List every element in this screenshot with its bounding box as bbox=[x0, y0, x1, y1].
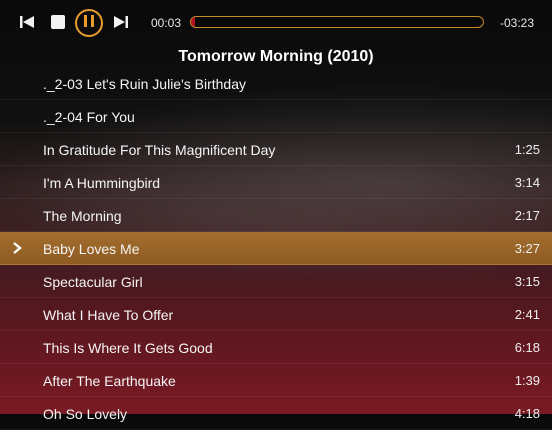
track-title: The Morning bbox=[43, 208, 122, 224]
track-row[interactable]: Spectacular Girl 3:15 bbox=[0, 265, 552, 298]
track-duration: 2:17 bbox=[514, 208, 540, 223]
next-button[interactable] bbox=[108, 9, 134, 35]
track-duration: 6:18 bbox=[514, 340, 540, 355]
track-row[interactable]: What I Have To Offer 2:41 bbox=[0, 298, 552, 331]
track-title: Spectacular Girl bbox=[43, 274, 143, 290]
track-row[interactable]: After The Earthquake 1:39 bbox=[0, 364, 552, 397]
stop-icon bbox=[51, 15, 65, 29]
track-title: In Gratitude For This Magnificent Day bbox=[43, 142, 276, 158]
pause-icon bbox=[84, 14, 94, 32]
transport-bar: 00:03 -03:23 bbox=[0, 0, 552, 44]
track-duration: 3:15 bbox=[514, 274, 540, 289]
track-title: What I Have To Offer bbox=[43, 307, 174, 323]
track-title: ._2-04 For You bbox=[43, 109, 135, 125]
track-row[interactable]: In Gratitude For This Magnificent Day 1:… bbox=[0, 133, 552, 166]
track-title: I'm A Hummingbird bbox=[43, 175, 161, 191]
track-duration: 1:25 bbox=[514, 142, 540, 157]
chevron-right-icon bbox=[10, 239, 24, 257]
track-row[interactable]: The Morning 2:17 bbox=[0, 199, 552, 232]
progress-slider[interactable] bbox=[190, 16, 484, 28]
track-duration: 3:27 bbox=[514, 241, 540, 256]
track-row-playing[interactable]: Baby Loves Me 3:27 bbox=[0, 232, 552, 265]
progress-fill bbox=[191, 17, 196, 27]
track-row[interactable]: This Is Where It Gets Good 6:18 bbox=[0, 331, 552, 364]
track-title: Baby Loves Me bbox=[43, 241, 140, 257]
remaining-time: -03:23 bbox=[500, 16, 535, 30]
track-row[interactable]: ._2-04 For You bbox=[0, 100, 552, 133]
track-title: ._2-03 Let's Ruin Julie's Birthday bbox=[43, 76, 247, 92]
album-title: Tomorrow Morning (2010) bbox=[178, 48, 374, 65]
track-title: This Is Where It Gets Good bbox=[43, 340, 213, 356]
pause-button[interactable] bbox=[75, 9, 103, 37]
elapsed-time: 00:03 bbox=[151, 16, 182, 30]
track-list: ._2-03 Let's Ruin Julie's Birthday ._2-0… bbox=[0, 67, 552, 430]
track-duration: 2:41 bbox=[514, 307, 540, 322]
stop-button[interactable] bbox=[45, 9, 71, 35]
track-row[interactable]: ._2-03 Let's Ruin Julie's Birthday bbox=[0, 67, 552, 100]
skip-forward-icon bbox=[113, 14, 129, 30]
track-title: Oh So Lovely bbox=[43, 406, 128, 422]
track-title: After The Earthquake bbox=[43, 373, 176, 389]
track-duration: 1:39 bbox=[514, 373, 540, 388]
track-duration: 3:14 bbox=[514, 175, 540, 190]
skip-back-icon bbox=[19, 14, 35, 30]
track-row[interactable]: I'm A Hummingbird 3:14 bbox=[0, 166, 552, 199]
previous-button[interactable] bbox=[14, 9, 40, 35]
